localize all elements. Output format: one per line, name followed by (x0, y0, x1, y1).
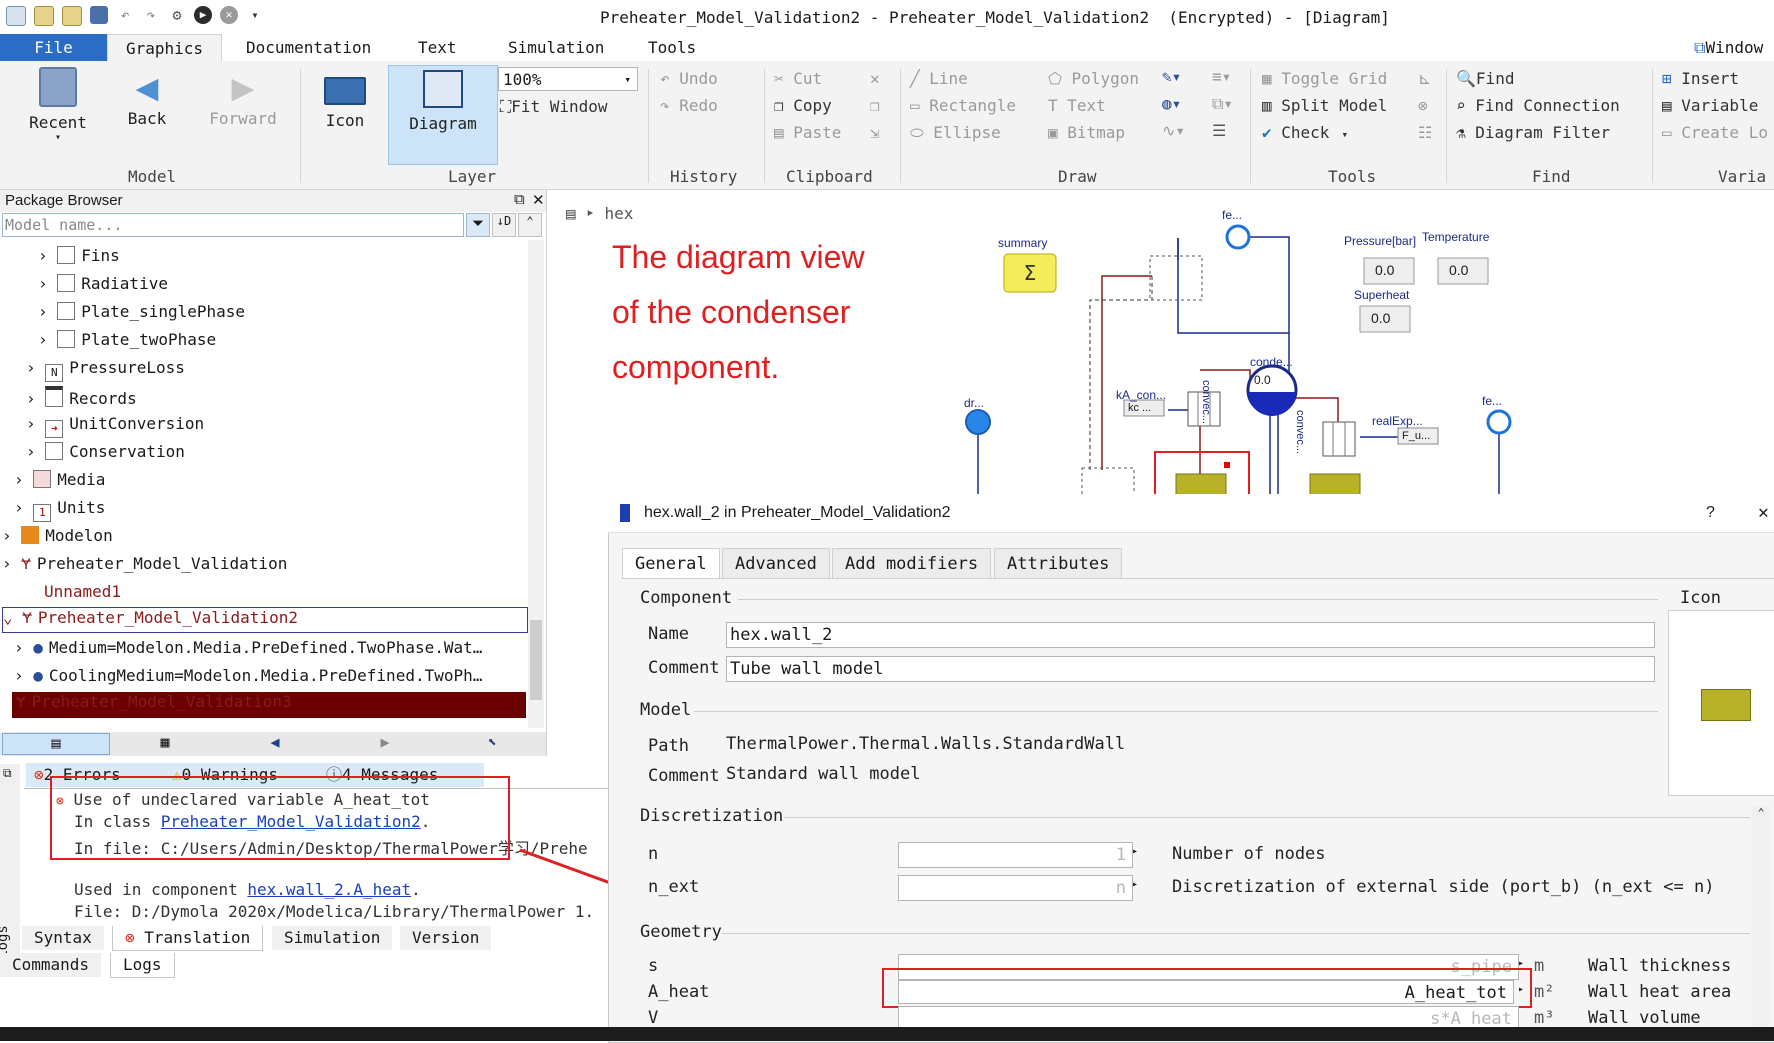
diagram-label: Pressure[bar] (1344, 234, 1417, 248)
diagram-label: fe... (1482, 394, 1503, 408)
flow-port[interactable] (965, 409, 991, 435)
help-button[interactable]: ? (1706, 504, 1715, 522)
tab-advanced[interactable]: Advanced (722, 548, 830, 579)
param-label: V (648, 1008, 659, 1028)
tab-attributes[interactable]: Attributes (994, 548, 1123, 579)
flow-port[interactable] (1486, 409, 1512, 435)
diagram-label: convec... (1294, 410, 1306, 455)
param-description: Discretization of external side (port_b)… (1172, 877, 1715, 897)
model-comment-label: Comment (648, 766, 720, 786)
convection-block[interactable] (1322, 421, 1356, 457)
divider (784, 817, 1750, 818)
wall-icon (1701, 689, 1751, 721)
dialog-scrollbar[interactable]: ⌃ (1752, 806, 1770, 1026)
edit-arrow-icon[interactable]: ▸ (1132, 846, 1138, 857)
param-description: Number of nodes (1172, 844, 1326, 864)
pressure-value: 0.0 (1375, 262, 1395, 278)
taskbar (0, 1027, 1774, 1041)
diagram-label: Temperature (1422, 230, 1490, 244)
dymola-icon (620, 504, 630, 522)
section-geometry: Geometry (640, 922, 722, 942)
divider (694, 711, 1658, 712)
diagram-label: conde... (1250, 355, 1293, 369)
section-discretization: Discretization (640, 806, 784, 826)
divider (738, 599, 1658, 600)
diagram-label: kA_con... (1116, 388, 1167, 402)
condenser-value: 0.0 (1254, 373, 1271, 387)
sigma-icon: Σ (1024, 261, 1037, 285)
divider (722, 933, 1750, 934)
annotation-box-field (882, 968, 1532, 1008)
diagram-label: kc ... (1128, 402, 1152, 414)
dialog-title-bar: hex.wall_2 in Preheater_Model_Validation… (608, 494, 1774, 533)
param-n-input[interactable]: 1 (898, 842, 1133, 868)
param-description: Wall thickness (1588, 956, 1732, 976)
name-label: Name (648, 624, 689, 644)
diagram-label: fe... (1222, 208, 1243, 222)
section-icon: Icon (1680, 588, 1721, 608)
icon-preview (1668, 610, 1774, 796)
unit-label: m (1534, 956, 1545, 976)
unit-label: m² (1534, 982, 1555, 1002)
tab-general[interactable]: General (622, 548, 720, 579)
diagram-label: realExp... (1372, 414, 1423, 428)
edit-arrow-icon[interactable]: ▸ (1132, 879, 1138, 890)
tab-add-modifiers[interactable]: Add modifiers (832, 548, 992, 579)
diagram-label: Superheat (1354, 288, 1410, 302)
temperature-value: 0.0 (1449, 262, 1469, 278)
path-label: Path (648, 736, 689, 756)
param-description: Wall volume (1588, 1008, 1701, 1028)
param-label: n_ext (648, 877, 700, 897)
section-component: Component (640, 588, 733, 608)
param-n-ext-input[interactable]: n (898, 875, 1133, 901)
unit-label: m³ (1534, 1008, 1555, 1028)
section-model: Model (640, 700, 692, 720)
divider (622, 578, 1774, 579)
diagram-label: dr... (964, 396, 985, 410)
comment-label: Comment (648, 658, 720, 678)
flow-port[interactable] (1225, 224, 1251, 250)
diagram-label: summary (998, 236, 1048, 250)
param-label: s (648, 956, 659, 976)
param-label: A_heat (648, 982, 710, 1002)
comment-field[interactable]: Tube wall model (726, 656, 1655, 682)
name-field[interactable]: hex.wall_2 (726, 622, 1655, 648)
diagram-label: F_u... (1402, 430, 1431, 442)
close-icon[interactable]: ✕ (1758, 502, 1769, 523)
param-description: Wall heat area (1588, 982, 1732, 1002)
diagram-label: convec... (1200, 380, 1212, 425)
model-comment-value: Standard wall model (726, 764, 921, 784)
chevron-up-icon[interactable]: ⌃ (1752, 806, 1770, 819)
superheat-value: 0.0 (1371, 310, 1391, 326)
path-value: ThermalPower.Thermal.Walls.StandardWall (726, 734, 1126, 754)
param-v-input[interactable]: s*A_heat (898, 1006, 1519, 1028)
param-label: n (648, 844, 659, 864)
